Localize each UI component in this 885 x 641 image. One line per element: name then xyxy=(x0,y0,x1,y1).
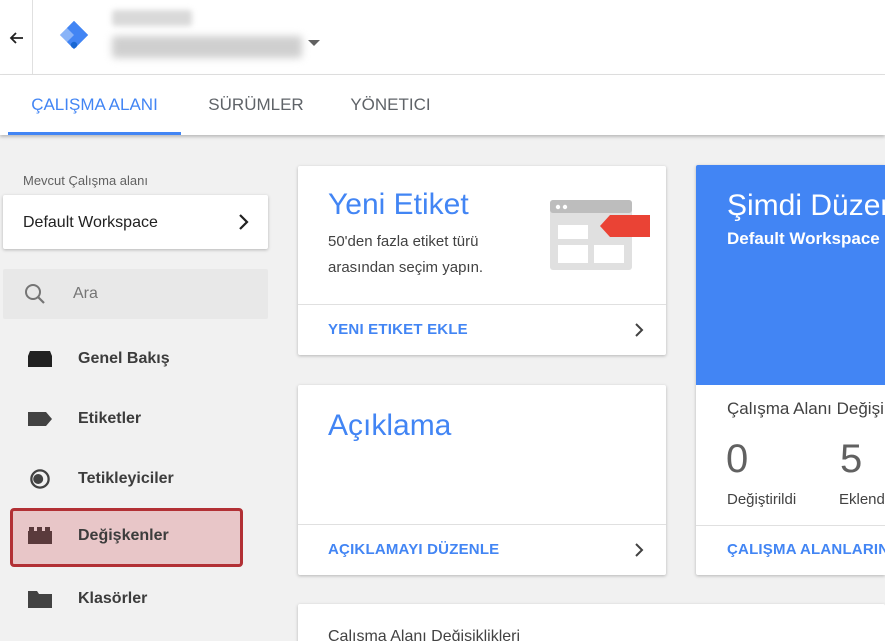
new-tag-title: Yeni Etiket xyxy=(328,188,469,221)
sidebar-item-label: Genel Bakış xyxy=(78,350,170,367)
chevron-right-icon[interactable] xyxy=(634,322,644,338)
add-new-tag-link[interactable]: YENI ETIKET EKLE xyxy=(328,321,468,338)
card-divider xyxy=(298,524,666,525)
chevron-down-icon[interactable] xyxy=(308,40,320,46)
sidebar-item-overview[interactable]: Genel Bakış xyxy=(10,331,240,387)
sidebar-item-folders[interactable]: Klasörler xyxy=(10,571,240,627)
chevron-right-icon[interactable] xyxy=(634,542,644,558)
tab-workspace[interactable]: ÇALIŞMA ALANI xyxy=(8,75,181,135)
tab-admin[interactable]: YÖNETICI xyxy=(338,75,443,135)
search-box[interactable]: Ara xyxy=(3,269,268,319)
variables-icon xyxy=(28,527,52,544)
workspace-changes-card: Çalışma Alanı Değişiklikleri xyxy=(298,604,885,641)
card-divider xyxy=(298,304,666,305)
folder-icon xyxy=(28,591,52,608)
container-selector[interactable] xyxy=(112,36,302,58)
added-label: Eklendi xyxy=(839,491,885,508)
sidebar-item-tags[interactable]: Etiketler xyxy=(10,391,240,447)
workspace-label: Mevcut Çalışma alanı xyxy=(23,173,148,188)
workspace-selector[interactable]: Default Workspace xyxy=(3,195,268,249)
tab-versions[interactable]: SÜRÜMLER xyxy=(196,75,316,135)
card-divider xyxy=(696,525,885,526)
now-editing-card: Şimdi Düzenleniyor Default Workspace Çal… xyxy=(696,165,885,575)
overview-icon xyxy=(28,351,52,367)
new-tag-card: Yeni Etiket 50'den fazla etiket türü ara… xyxy=(298,166,666,355)
back-button[interactable] xyxy=(0,0,33,75)
sidebar-item-variables[interactable]: Değişkenler xyxy=(10,508,243,567)
modified-label: Değiştirildi xyxy=(727,491,797,508)
sidebar-item-triggers[interactable]: Tetikleyiciler xyxy=(10,451,240,507)
description-card: Açıklama AÇIKLAMAYI DÜZENLE xyxy=(298,385,666,575)
added-count: 5 xyxy=(840,437,863,481)
arrow-left-icon xyxy=(9,31,23,44)
sidebar-item-label: Tetikleyiciler xyxy=(78,470,174,487)
chevron-right-icon xyxy=(239,214,249,230)
manage-workspaces-link[interactable]: ÇALIŞMA ALANLARINI YÖNET xyxy=(727,541,885,558)
tag-manager-logo xyxy=(59,20,89,50)
tag-icon xyxy=(28,412,52,426)
now-editing-title: Şimdi Düzenleniyor xyxy=(727,189,885,222)
account-name xyxy=(112,10,192,26)
search-icon xyxy=(25,284,45,304)
workspace-changes-heading: Çalışma Alanı Değişiklikleri xyxy=(727,399,885,418)
description-title: Açıklama xyxy=(328,409,452,442)
now-editing-header: Şimdi Düzenleniyor Default Workspace xyxy=(696,165,885,385)
sidebar-item-label: Değişkenler xyxy=(78,527,169,544)
tag-illustration-icon xyxy=(550,200,650,270)
edit-description-link[interactable]: AÇIKLAMAYI DÜZENLE xyxy=(328,541,499,558)
sidebar-item-label: Klasörler xyxy=(78,590,148,607)
trigger-icon xyxy=(30,469,50,489)
sidebar-item-label: Etiketler xyxy=(78,410,142,427)
modified-count: 0 xyxy=(726,437,749,481)
workspace-name: Default Workspace xyxy=(23,214,158,231)
search-input[interactable]: Ara xyxy=(73,285,98,303)
tab-bar: ÇALIŞMA ALANI SÜRÜMLER YÖNETICI xyxy=(0,75,885,135)
top-header xyxy=(0,0,885,75)
workspace-changes-title: Çalışma Alanı Değişiklikleri xyxy=(328,628,521,641)
current-workspace-name: Default Workspace xyxy=(727,229,880,248)
new-tag-description: 50'den fazla etiket türü arasından seçim… xyxy=(328,233,484,276)
